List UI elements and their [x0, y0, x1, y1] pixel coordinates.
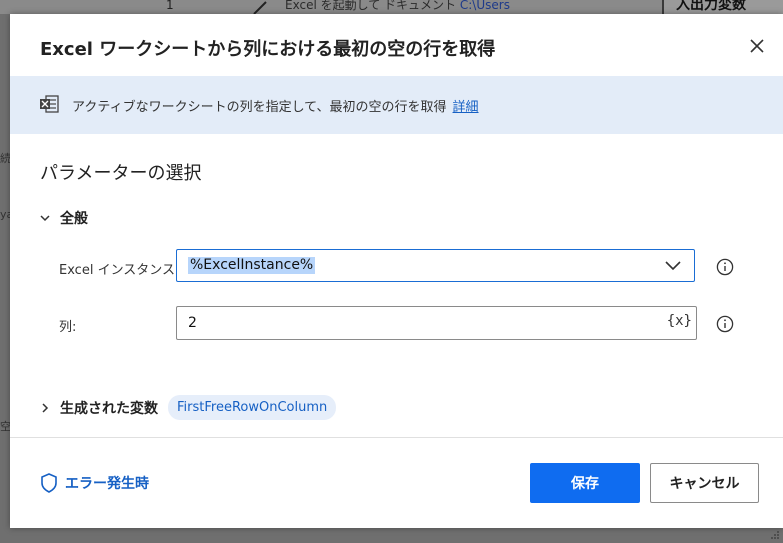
chevron-down-icon [40, 215, 50, 222]
dialog-title: Excel ワークシートから列における最初の空の行を取得 [40, 39, 496, 60]
info-bar: アクティブなワークシートの列を指定して、最初の空の行を取得 詳細 [10, 76, 783, 134]
info-icon[interactable] [716, 315, 734, 333]
section-title: パラメーターの選択 [40, 163, 202, 184]
footer-divider [10, 437, 783, 438]
excel-instance-value: %ExcelInstance% [188, 257, 316, 274]
save-button[interactable]: 保存 [530, 463, 640, 503]
column-label: 列: [59, 320, 77, 335]
background-action-label: Excel を起動して ドキュメント [285, 0, 460, 12]
chevron-right-icon [42, 402, 49, 413]
dialog: Excel ワークシートから列における最初の空の行を取得 アクティブなワークシー… [10, 14, 783, 528]
variable-picker-button[interactable]: {x} [667, 313, 692, 329]
info-description: アクティブなワークシートの列を指定して、最初の空の行を取得 詳細 [72, 96, 479, 115]
resize-grip-icon[interactable] [770, 530, 780, 540]
excel-instance-label: Excel インスタンス: [59, 263, 180, 278]
chevron-down-icon [665, 261, 681, 271]
on-error-button[interactable]: エラー発生時 [40, 473, 149, 493]
background-flow-arrow-icon [253, 1, 267, 14]
column-value: 2 [188, 315, 197, 331]
details-link[interactable]: 詳細 [453, 100, 479, 115]
generated-variables-toggle[interactable]: 生成された変数 FirstFreeRowOnColumn [39, 395, 337, 420]
background-right-panel-title: 入出力変数 [676, 0, 746, 13]
generated-variables-label: 生成された変数 [60, 400, 158, 417]
variable-chip[interactable]: FirstFreeRowOnColumn [168, 395, 337, 420]
excel-icon [40, 95, 59, 113]
group-general-label: 全般 [60, 211, 88, 227]
cancel-button[interactable]: キャンセル [650, 463, 759, 503]
close-icon[interactable] [745, 34, 769, 58]
shield-icon [41, 473, 57, 493]
background-action-text: Excel を起動して ドキュメント C:\Users [285, 0, 510, 13]
background-line-number: 1 [166, 0, 174, 12]
excel-instance-select[interactable]: %ExcelInstance% [176, 249, 695, 282]
info-text: アクティブなワークシートの列を指定して、最初の空の行を取得 [72, 100, 447, 115]
info-icon[interactable] [716, 258, 734, 276]
group-general-toggle[interactable]: 全般 [39, 208, 88, 228]
background-action-path: C:\Users [459, 0, 510, 12]
on-error-label: エラー発生時 [65, 476, 149, 492]
column-input[interactable]: 2 {x} [176, 306, 697, 340]
